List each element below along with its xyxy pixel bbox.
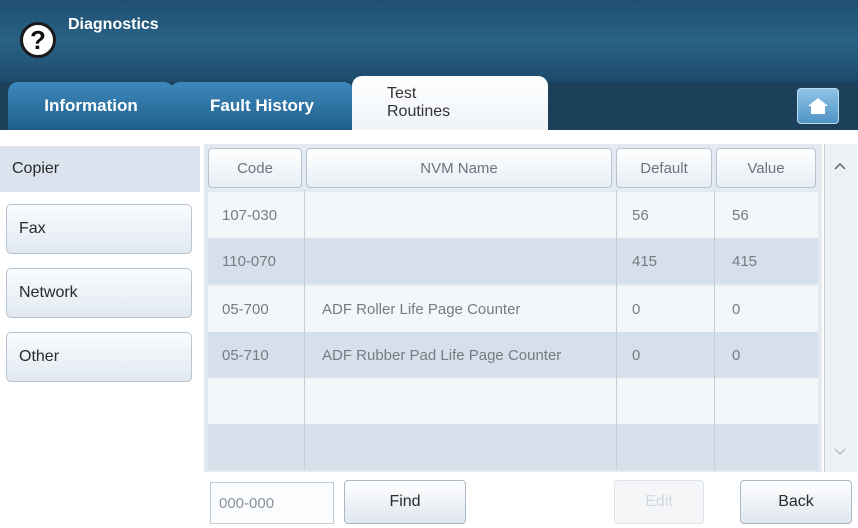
header-bar bbox=[0, 0, 858, 82]
scroll-up-button[interactable] bbox=[824, 150, 856, 182]
edit-button: Edit bbox=[614, 480, 704, 524]
help-icon[interactable]: ? bbox=[20, 22, 56, 58]
tab-test-routines-label-line2: Routines bbox=[387, 103, 451, 120]
column-header-value[interactable]: Value bbox=[716, 148, 816, 188]
tab-information-label: Information bbox=[44, 96, 138, 115]
tab-information[interactable]: Information bbox=[8, 82, 174, 130]
sidebar-item-copier[interactable]: Copier bbox=[0, 146, 200, 192]
table-row[interactable] bbox=[208, 378, 818, 424]
code-input-value: 000-000 bbox=[219, 494, 275, 512]
home-button[interactable] bbox=[797, 88, 839, 124]
column-divider bbox=[616, 190, 617, 470]
cell-default: 0 bbox=[632, 300, 641, 318]
table-row[interactable]: 05-700 ADF Roller Life Page Counter 0 0 bbox=[208, 286, 818, 332]
back-button-label: Back bbox=[778, 493, 814, 510]
column-header-nvm-name-label: NVM Name bbox=[420, 159, 498, 177]
cell-code: 05-700 bbox=[222, 300, 269, 318]
code-input[interactable]: 000-000 bbox=[210, 482, 334, 524]
column-header-default[interactable]: Default bbox=[616, 148, 712, 188]
table-scrollbar[interactable] bbox=[824, 144, 857, 472]
cell-value: 56 bbox=[732, 206, 749, 224]
cell-value: 415 bbox=[732, 252, 758, 270]
cell-code: 110-070 bbox=[222, 252, 276, 270]
cell-default: 56 bbox=[632, 206, 649, 224]
find-button-label: Find bbox=[389, 493, 421, 510]
sidebar-item-other-label: Other bbox=[19, 348, 60, 365]
tab-test-routines[interactable]: Test Routines bbox=[352, 76, 548, 130]
back-button[interactable]: Back bbox=[740, 480, 852, 524]
table-row[interactable] bbox=[208, 424, 818, 470]
find-button[interactable]: Find bbox=[344, 480, 466, 524]
chevron-down-icon bbox=[834, 448, 846, 456]
table-row[interactable]: 05-710 ADF Rubber Pad Life Page Counter … bbox=[208, 332, 818, 378]
home-icon bbox=[808, 98, 828, 114]
cell-code: 107-030 bbox=[222, 206, 278, 224]
column-divider bbox=[304, 190, 305, 470]
table-row[interactable]: 110-070 415 415 bbox=[208, 238, 818, 284]
column-header-default-label: Default bbox=[640, 159, 688, 177]
column-header-code-label: Code bbox=[237, 159, 273, 177]
cell-nvm-name: ADF Roller Life Page Counter bbox=[322, 300, 521, 318]
table-row[interactable]: 107-030 56 56 bbox=[208, 192, 818, 238]
sidebar-item-fax[interactable]: Fax bbox=[6, 204, 192, 254]
column-header-nvm-name[interactable]: NVM Name bbox=[306, 148, 612, 188]
sidebar-item-copier-label: Copier bbox=[12, 160, 60, 177]
cell-code: 05-710 bbox=[222, 346, 269, 364]
tab-test-routines-label-line1: Test bbox=[387, 85, 417, 102]
edit-button-label: Edit bbox=[645, 493, 673, 510]
cell-nvm-name: ADF Rubber Pad Life Page Counter bbox=[322, 346, 562, 364]
column-header-code[interactable]: Code bbox=[208, 148, 302, 188]
cell-default: 0 bbox=[632, 346, 641, 364]
sidebar-item-other[interactable]: Other bbox=[6, 332, 192, 382]
column-divider bbox=[714, 190, 715, 470]
page-title: Diagnostics bbox=[68, 16, 159, 33]
cell-value: 0 bbox=[732, 300, 741, 318]
scroll-down-button[interactable] bbox=[824, 436, 856, 468]
column-header-value-label: Value bbox=[747, 159, 785, 177]
chevron-up-icon bbox=[834, 162, 846, 170]
sidebar-item-network-label: Network bbox=[19, 284, 78, 301]
tab-fault-history[interactable]: Fault History bbox=[170, 82, 354, 130]
sidebar-item-network[interactable]: Network bbox=[6, 268, 192, 318]
tab-fault-history-label: Fault History bbox=[210, 96, 314, 115]
cell-value: 0 bbox=[732, 346, 741, 364]
sidebar-item-fax-label: Fax bbox=[19, 220, 46, 237]
cell-default: 415 bbox=[632, 252, 658, 270]
